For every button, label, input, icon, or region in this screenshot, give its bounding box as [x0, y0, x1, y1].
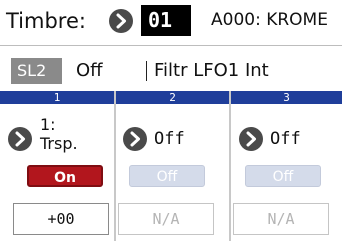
destination-value: Off [154, 129, 185, 149]
parameter-name: Filtr LFO1 Int [154, 60, 269, 81]
parameter-separator [146, 61, 147, 81]
column-3: Off Off N/A [231, 104, 342, 241]
parameter-row: SL2 Off Filtr LFO1 Int [0, 53, 342, 89]
destination-arrow-icon[interactable] [239, 127, 263, 151]
timbre-label: Timbre: [6, 9, 86, 33]
amount-field: N/A [233, 203, 329, 235]
amount-field[interactable]: +00 [13, 203, 109, 235]
timbre-value-field[interactable]: 01 [141, 5, 191, 36]
column-2: Off Off N/A [116, 104, 229, 241]
timbre-select-arrow-icon[interactable] [109, 9, 133, 33]
destination-value: Off [270, 129, 301, 149]
off-toggle-button[interactable]: Off [129, 165, 205, 187]
column-number-1: 1 [53, 91, 61, 104]
destination-line-1: 1: [40, 115, 56, 134]
on-toggle-button[interactable]: On [27, 165, 103, 187]
destination-arrow-icon[interactable] [123, 127, 147, 151]
switch-value: Off [76, 60, 103, 81]
header-divider [0, 45, 342, 46]
column-number-3: 3 [283, 91, 290, 104]
column-1: 1: Trsp. On +00 [0, 104, 114, 241]
off-toggle-button[interactable]: Off [245, 165, 321, 187]
column-number-2: 2 [169, 91, 176, 104]
timbre-header: Timbre: 01 A000: KROME [0, 0, 342, 45]
amount-field: N/A [118, 203, 214, 235]
destination-arrow-icon[interactable] [8, 127, 32, 151]
program-name: A000: KROME [211, 10, 328, 30]
destination-line-2: Trsp. [40, 134, 78, 153]
switch-badge: SL2 [11, 58, 62, 84]
